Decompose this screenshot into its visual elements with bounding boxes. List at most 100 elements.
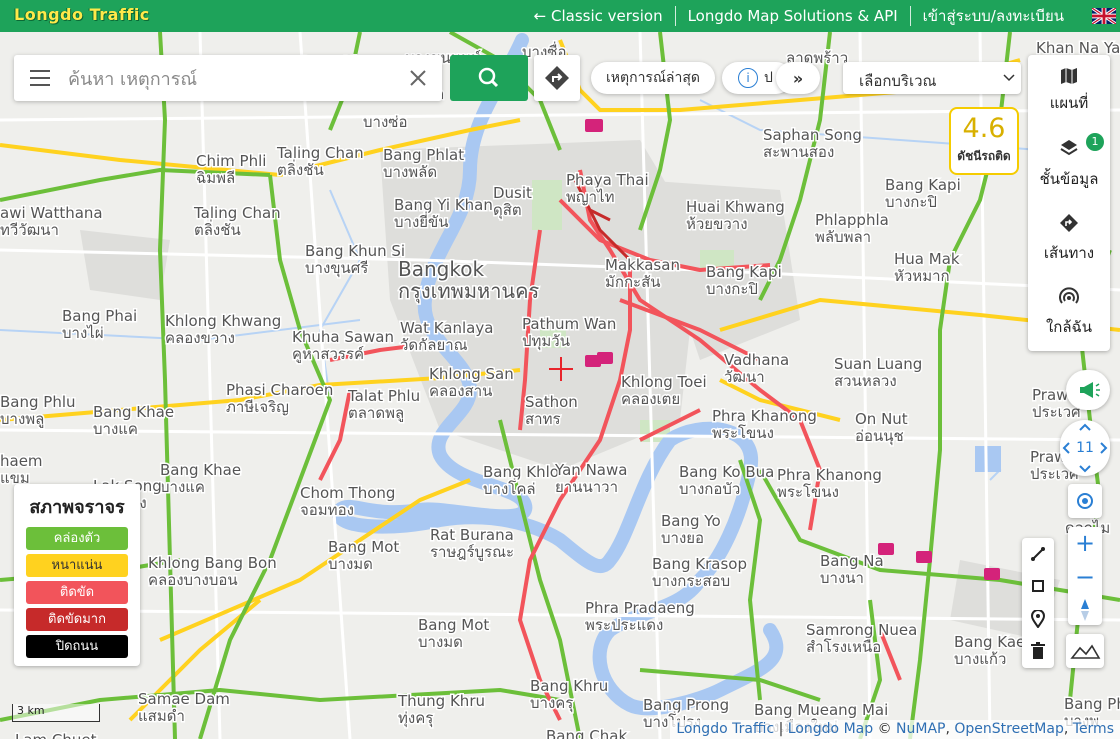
top-bar: Longdo Traffic ← Classic version Longdo … <box>0 0 1120 32</box>
classic-version-link[interactable]: ← Classic version <box>522 7 675 25</box>
place-label-th: ทุ่งครุ <box>398 709 433 728</box>
jam-index-value: 4.6 <box>962 113 1006 144</box>
info-icon: i <box>738 68 758 88</box>
attribution: Longdo Traffic | Longdo Map © NuMAP, Ope… <box>670 720 1120 739</box>
traffic-legend: สภาพจราจร คล่องตัวหนาแน่นติดขัดติดขัดมาก… <box>14 484 140 666</box>
logo[interactable]: Longdo Traffic <box>14 5 150 24</box>
legend-title: สภาพจราจร <box>29 497 125 518</box>
latest-events-button[interactable]: เหตุการณ์ล่าสุด <box>591 62 715 94</box>
pin-icon[interactable] <box>1030 610 1046 628</box>
layers-badge: 1 <box>1086 133 1104 151</box>
legend-item: คล่องตัว <box>26 527 128 550</box>
place-label-th: บางแก้ว <box>954 650 1006 668</box>
draw-tools <box>1022 538 1054 668</box>
login-link[interactable]: เข้าสู่ระบบ/ลงทะเบียน <box>911 4 1076 28</box>
place-label-en: Khlong San <box>429 365 514 383</box>
place-label-en: Bang Krasop <box>652 555 747 573</box>
place-label-en: Bang Mueang Mai <box>754 701 888 719</box>
legend-items: คล่องตัว หนาแน่น ติดขัด ติดขัดมาก ปิดถนน <box>14 527 140 658</box>
layers-label: ชั้นข้อมูล <box>1039 170 1099 188</box>
place-label-th: บางซ่อ <box>363 113 407 131</box>
place-label-th: บางขุนศรี <box>305 259 368 278</box>
draw-line-icon[interactable] <box>1030 546 1046 562</box>
area-select[interactable]: เลือกบริเวณ <box>843 62 1021 94</box>
place-label-th: ราษฎร์บูรณะ <box>430 543 514 561</box>
menu-icon[interactable] <box>30 69 50 87</box>
place-label-en: Bang Phai <box>62 307 137 325</box>
expand-button[interactable]: » <box>776 62 820 94</box>
legend-item: ติดขัด <box>26 581 128 604</box>
zoom-in-button[interactable]: + <box>1068 527 1102 559</box>
search-input[interactable] <box>66 63 390 95</box>
latest-events-label: เหตุการณ์ล่าสุด <box>605 70 701 86</box>
map-mode-button[interactable]: แผนที่ <box>1028 67 1110 137</box>
route-button[interactable]: เส้นทาง <box>1028 213 1110 283</box>
solutions-link[interactable]: Longdo Map Solutions & API <box>676 7 910 25</box>
attribution-numap-link[interactable]: NuMAP <box>896 721 945 737</box>
compass-icon[interactable] <box>1068 595 1102 625</box>
place-label-th: บางครุ <box>530 694 573 713</box>
place-label-th: บางมด <box>328 555 373 573</box>
place-label-en: Chom Thong <box>300 484 395 502</box>
double-chevron-right-icon: » <box>792 68 804 88</box>
draw-polygon-icon[interactable] <box>1030 578 1046 594</box>
place-label-th: บางพลู <box>0 410 44 428</box>
place-label-en: Makkasan <box>605 256 680 274</box>
attribution-terms-link[interactable]: Terms <box>1073 721 1114 737</box>
place-label-en: Suan Luang <box>834 355 922 373</box>
info-label: ป <box>764 70 773 86</box>
place-label-en: Lam Chuet <box>15 731 97 739</box>
place-label-th: บางโคล่ <box>483 480 536 498</box>
zoom-pan-control[interactable]: 11 <box>1060 420 1110 476</box>
right-panel: แผนที่ ชั้นข้อมูล 1 เส้นทาง ใกล้ฉัน <box>1028 55 1110 351</box>
place-label-en: Khuha Sawan <box>292 328 394 346</box>
legend-item: หนาแน่น <box>26 554 128 577</box>
place-label-th: พระโขนง <box>777 483 839 501</box>
search-box <box>14 55 442 101</box>
place-label-th: บางไผ่ <box>62 324 104 342</box>
map-mode-label: แผนที่ <box>1049 94 1089 112</box>
place-label-th: บางกระสอบ <box>652 572 730 590</box>
trash-icon[interactable] <box>1030 642 1046 660</box>
place-label-th: พญาไท <box>566 188 615 206</box>
place-label-en: Dusit <box>493 184 532 202</box>
place-label-en: On Nut <box>855 410 908 428</box>
place-label-th: ภาษีเจริญ <box>226 398 289 416</box>
place-label-th: บางกอบัว <box>679 480 740 498</box>
area-select-label: เลือกบริเวณ <box>859 72 937 90</box>
locate-button[interactable] <box>1068 484 1102 518</box>
place-label-en: Bang Yi Khan <box>394 196 493 214</box>
place-label-en: Yan Nawa <box>554 461 627 479</box>
terrain-button[interactable] <box>1066 634 1104 668</box>
place-label-en: Bang Khru <box>530 677 608 695</box>
directions-button[interactable] <box>534 55 580 101</box>
place-label-th: ปทุมวัน <box>522 332 570 351</box>
attribution-traffic-link[interactable]: Longdo Traffic <box>676 721 774 737</box>
place-label-th: ฉิมพลี <box>196 169 235 187</box>
place-label-th: บางพลัด <box>383 163 437 181</box>
attribution-osm-link[interactable]: OpenStreetMap <box>954 721 1063 737</box>
layers-button[interactable]: ชั้นข้อมูล 1 <box>1028 133 1110 209</box>
place-label-en: Bang Mot <box>328 538 399 556</box>
place-label-th: สำโรงเหนือ <box>806 638 881 656</box>
nearby-button[interactable]: ใกล้ฉัน <box>1028 287 1110 357</box>
announcement-button[interactable] <box>1066 370 1110 410</box>
legend-item: ติดขัดมาก <box>26 608 128 631</box>
close-icon[interactable] <box>408 68 428 88</box>
place-label-th: คูหาสวรรค์ <box>292 345 364 363</box>
attribution-map-link[interactable]: Longdo Map <box>788 721 873 737</box>
place-label-en: Bang Yo <box>661 512 721 530</box>
jam-index[interactable]: 4.6 ดัชนีรถติด <box>949 107 1019 175</box>
route-icon <box>1060 214 1078 232</box>
uk-flag-icon[interactable] <box>1092 8 1116 24</box>
place-label-en: Taling Chan <box>276 144 364 162</box>
layers-icon <box>1060 140 1078 156</box>
search-button[interactable] <box>450 55 528 101</box>
zoom-out-button[interactable]: − <box>1068 561 1102 593</box>
place-label-th: บางยี่ขัน <box>394 211 449 231</box>
place-label-en: Khlong Khwang <box>165 312 281 330</box>
place-label-en: Taling Chan <box>193 204 281 222</box>
place-label-en: Bang Kapi <box>706 263 782 281</box>
place-label-en: Bang Chak <box>546 727 627 739</box>
place-label-en: Bangkok <box>398 257 484 281</box>
